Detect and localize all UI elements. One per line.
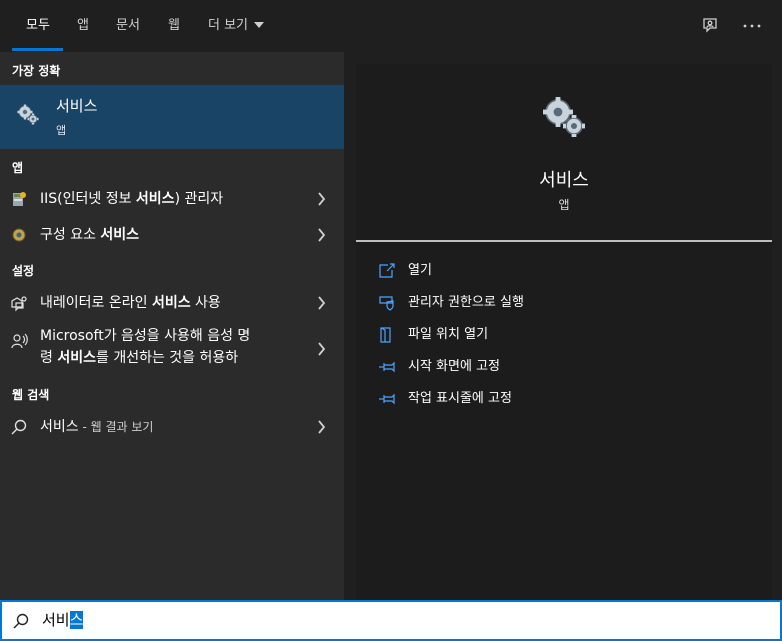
setting-item-narrator-online-services[interactable]: 내레이터로 온라인 서비스 사용 [0, 285, 344, 321]
setting-item-label: 내레이터로 온라인 서비스 사용 [40, 295, 221, 311]
caret-down-icon [254, 22, 265, 28]
search-box[interactable]: 서비스 [0, 600, 782, 641]
settings-header: 설정 [12, 264, 35, 278]
action-label: 열기 [408, 263, 432, 278]
tab-all[interactable]: 모두 [26, 0, 50, 52]
feedback-icon[interactable] [698, 14, 722, 38]
preview-divider [356, 240, 772, 242]
active-tab-indicator [12, 48, 63, 51]
chevron-right-icon[interactable] [317, 192, 326, 206]
preview-pane: 서비스 앱 열기 관리자 권한으로 실행 파일 위치 열기 시작 화면에 고정 … [356, 64, 772, 600]
app-item-iis-manager[interactable]: IIS(인터넷 정보 서비스) 관리자 [0, 181, 344, 217]
search-icon [11, 419, 27, 435]
more-options-icon[interactable] [740, 14, 764, 38]
action-label: 작업 표시줄에 고정 [408, 391, 512, 406]
top-tab-bar: 모두 앱 문서 웹 더 보기 [0, 0, 782, 52]
tab-web[interactable]: 웹 [168, 0, 180, 52]
chevron-right-icon[interactable] [317, 296, 326, 310]
services-gear-icon [543, 97, 585, 137]
action-pin-to-start[interactable]: 시작 화면에 고정 [378, 355, 738, 379]
search-icon [13, 613, 29, 629]
narrator-icon [11, 296, 27, 312]
web-search-item[interactable]: 서비스 - 웹 결과 보기 [0, 409, 344, 445]
action-label: 관리자 권한으로 실행 [408, 295, 524, 310]
shield-icon [379, 296, 394, 311]
app-item-label: 구성 요소 서비스 [40, 227, 140, 243]
best-match-title: 서비스 [56, 97, 98, 115]
tab-documents[interactable]: 문서 [116, 0, 140, 52]
tab-more[interactable]: 더 보기 [208, 0, 265, 52]
app-item-component-services[interactable]: 구성 요소 서비스 [0, 217, 344, 253]
chevron-right-icon[interactable] [317, 228, 326, 242]
action-label: 시작 화면에 고정 [408, 359, 500, 374]
web-search-label: 서비스 - 웹 결과 보기 [40, 419, 154, 435]
file-location-icon [380, 327, 391, 343]
action-label: 파일 위치 열기 [408, 327, 489, 342]
preview-title: 서비스 [539, 170, 589, 191]
action-open[interactable]: 열기 [378, 259, 738, 283]
services-gear-icon [17, 104, 39, 125]
setting-item-label: Microsoft가 음성을 사용해 음성 명 령 서비스를 개선하는 것을 허… [40, 328, 251, 366]
app-item-label: IIS(인터넷 정보 서비스) 관리자 [40, 191, 224, 207]
pin-icon [379, 361, 395, 373]
search-selection: 스 [69, 611, 84, 629]
iis-manager-icon [13, 192, 26, 206]
best-match-header: 가장 정확 [12, 64, 61, 78]
open-icon [379, 263, 395, 278]
results-pane: 가장 정확 서비스 앱 앱 IIS(인터넷 정보 서비스) 관리자 구성 요소 … [0, 52, 344, 600]
action-pin-to-taskbar[interactable]: 작업 표시줄에 고정 [378, 387, 738, 411]
action-run-as-admin[interactable]: 관리자 권한으로 실행 [378, 291, 738, 315]
best-match-subtitle: 앱 [56, 124, 67, 137]
setting-item-speech-services[interactable]: Microsoft가 음성을 사용해 음성 명 령 서비스를 개선하는 것을 허… [0, 319, 344, 379]
tab-apps[interactable]: 앱 [77, 0, 89, 52]
speech-icon [11, 333, 28, 349]
action-open-file-location[interactable]: 파일 위치 열기 [378, 323, 738, 347]
chevron-right-icon[interactable] [317, 342, 326, 356]
chevron-right-icon[interactable] [317, 420, 326, 434]
pin-taskbar-icon [379, 393, 395, 405]
search-input[interactable]: 서비스 [42, 602, 84, 639]
best-match-item[interactable]: 서비스 앱 [0, 85, 344, 149]
component-services-icon [12, 228, 26, 242]
tab-more-label: 더 보기 [208, 18, 249, 33]
web-search-header: 웹 검색 [12, 388, 50, 402]
preview-subtitle: 앱 [558, 198, 570, 212]
apps-header: 앱 [12, 161, 24, 175]
